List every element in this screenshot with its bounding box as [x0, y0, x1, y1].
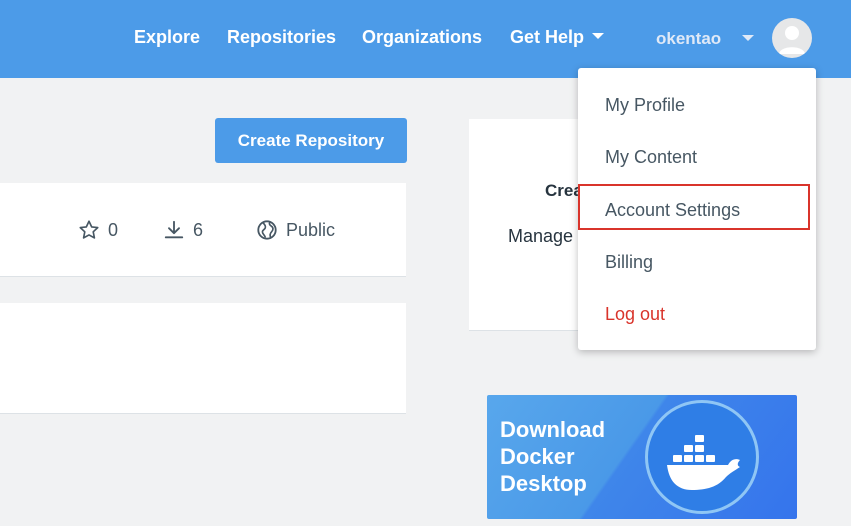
nav-organizations-link[interactable]: Organizations — [362, 27, 482, 48]
download-icon — [164, 220, 184, 239]
chevron-down-icon[interactable] — [742, 35, 754, 41]
menu-item-log-out[interactable]: Log out — [605, 304, 665, 325]
nav-explore-link[interactable]: Explore — [134, 27, 200, 48]
repo-stars: 0 — [78, 219, 118, 241]
menu-item-billing[interactable]: Billing — [605, 252, 653, 273]
menu-item-my-profile[interactable]: My Profile — [605, 95, 685, 116]
docker-logo-circle — [645, 400, 759, 514]
promo-line-2: Docker — [500, 444, 575, 469]
repo-downloads: 6 — [163, 219, 203, 241]
user-account-dropdown: My Profile My Content Account Settings B… — [578, 68, 816, 350]
star-icon — [79, 220, 99, 239]
star-count: 0 — [108, 219, 119, 240]
repo-visibility: Public — [256, 219, 335, 241]
docker-whale-icon — [667, 435, 740, 490]
menu-item-account-settings[interactable]: Account Settings — [605, 200, 740, 221]
avatar[interactable] — [772, 18, 812, 58]
get-help-label: Get Help — [510, 27, 585, 47]
top-navigation-bar: Explore Repositories Organizations Get H… — [0, 0, 851, 78]
promo-line-1: Download — [500, 417, 606, 442]
sidebar-card-text: Manage — [508, 226, 574, 246]
nav-get-help-link[interactable]: Get Help — [510, 27, 605, 48]
visibility-label: Public — [286, 219, 336, 240]
user-avatar-icon — [779, 26, 805, 54]
sidebar-card — [469, 119, 589, 331]
download-count: 6 — [193, 219, 204, 240]
nav-repositories-link[interactable]: Repositories — [227, 27, 336, 48]
create-repository-button[interactable]: Create Repository — [215, 118, 407, 163]
chevron-down-icon — [592, 33, 605, 40]
menu-item-my-content[interactable]: My Content — [605, 147, 697, 168]
content-card — [0, 303, 406, 414]
globe-icon — [257, 220, 277, 240]
promo-line-3: Desktop — [500, 471, 587, 496]
download-docker-desktop-banner[interactable]: Download Docker Desktop — [487, 395, 797, 519]
username-menu-toggle[interactable]: okentao — [656, 29, 721, 49]
